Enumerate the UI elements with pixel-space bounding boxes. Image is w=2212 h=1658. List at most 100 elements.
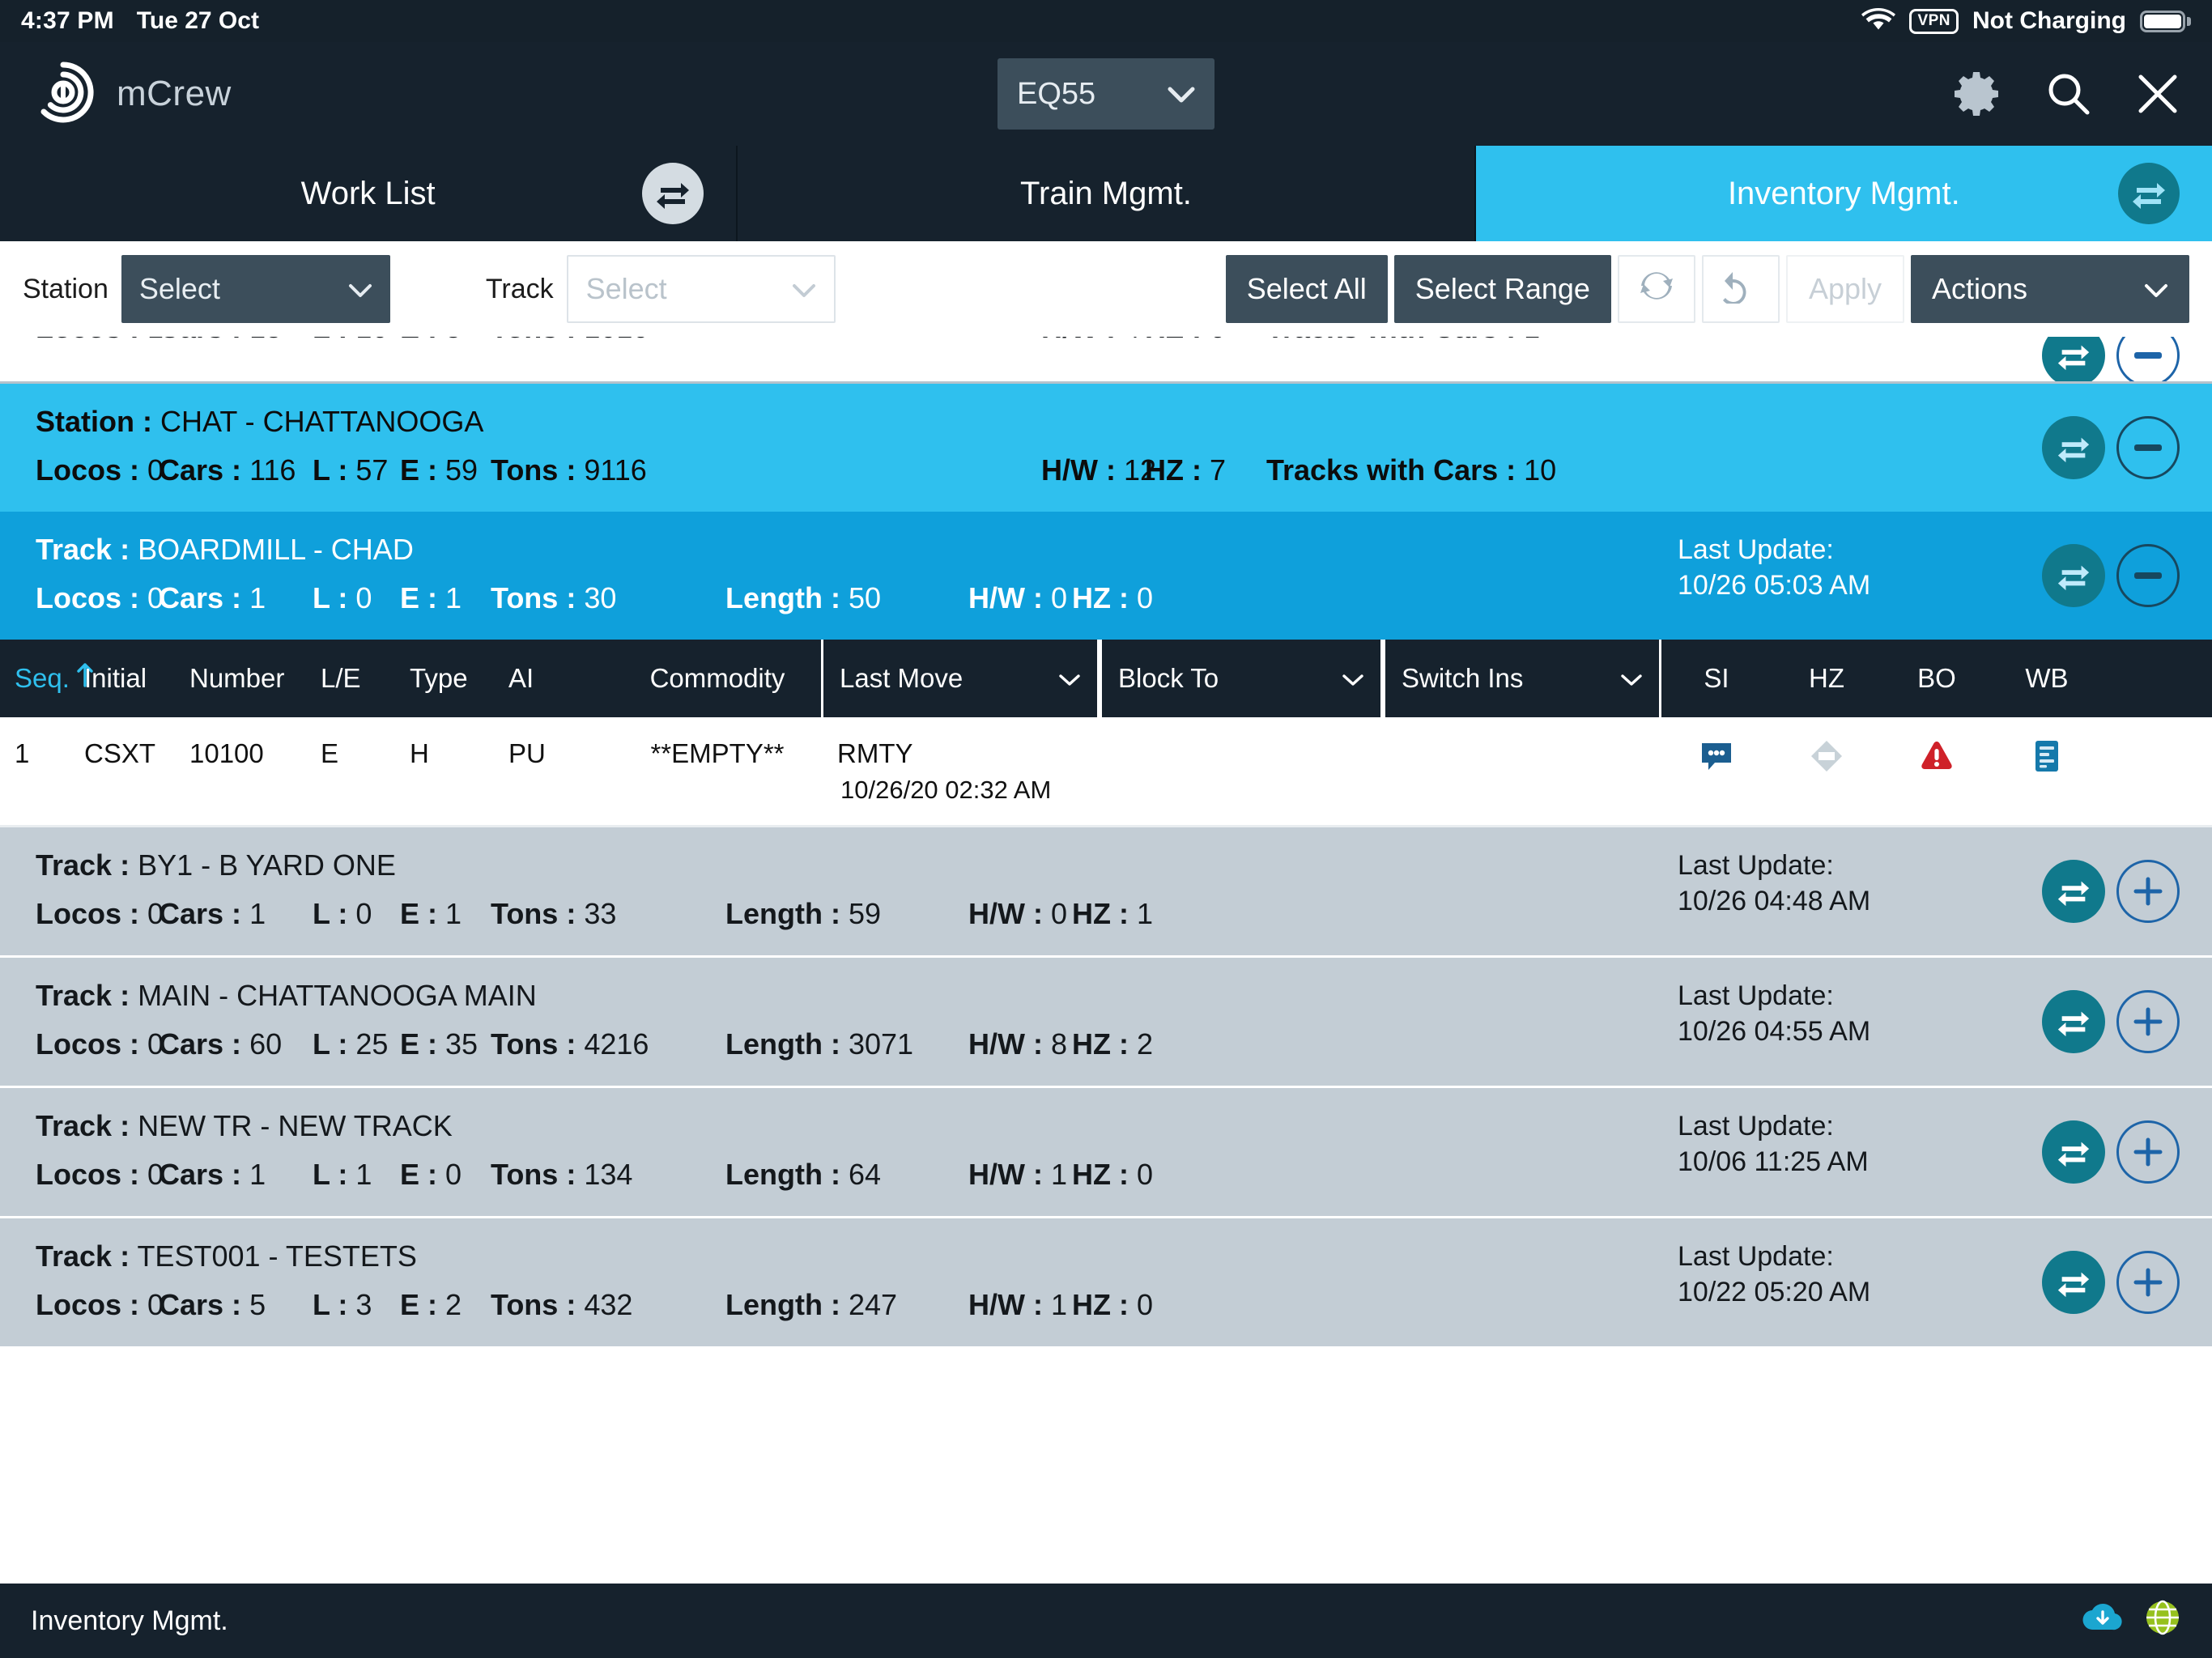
tab-inventory-mgmt[interactable]: Inventory Mgmt. [1475,146,2212,241]
track-last-update-label: Last Update: [1678,1111,1834,1141]
swap-icon[interactable] [2042,860,2105,923]
swap-icon[interactable] [2042,337,2105,381]
track-hz: HZ : 0 [1072,1288,1154,1321]
cell-ai: PU [508,738,546,768]
track-summary-row[interactable]: Track : TEST001 - TESTETS Locos : 0 Cars… [0,1218,2212,1349]
minus-icon[interactable] [2116,544,2180,607]
minus-icon[interactable] [2116,416,2180,479]
apply-button[interactable]: Apply [1785,255,1904,323]
app-header: mCrew EQ55 [0,42,2212,146]
cloud-sync-icon[interactable] [2081,1599,2125,1643]
track-locos: Locos : 0 [36,1158,164,1191]
partial-cars: Cars : 15 [159,337,313,345]
warning-triangle-icon[interactable] [1882,738,1992,774]
column-header-switch-ins[interactable]: Switch Ins [1383,640,1661,717]
chevron-down-icon [2144,272,2168,306]
gear-icon[interactable] [1955,69,2005,119]
column-header-si[interactable]: SI [1661,640,1772,717]
track-label: Track [485,273,554,304]
swap-icon[interactable] [2042,1251,2105,1314]
swap-icon[interactable] [2042,1120,2105,1184]
select-all-button[interactable]: Select All [1225,255,1388,323]
plus-icon[interactable] [2116,1251,2180,1314]
station-summary-row[interactable]: Station : CHAT - CHATTANOOGA Locos : 0 C… [0,384,2212,512]
track-last-update: Last Update: 10/22 05:20 AM [1678,1239,1945,1310]
track-cars: Cars : 1 [159,581,266,614]
plus-icon[interactable] [2116,990,2180,1053]
tab-work-list-label: Work List [300,175,436,211]
swap-icon[interactable] [2042,544,2105,607]
partial-tons: Tons : 1010 [491,337,725,345]
swap-icon[interactable] [642,163,704,224]
cell-type: H [410,738,429,768]
track-summary-row[interactable]: Track : BOARDMILL - CHAD Locos : 0 Cars … [0,512,2212,640]
partial-station-row[interactable]: Locos : 1 Cars : 15 L : 10 E : 5 Tons : … [0,337,2212,384]
column-header-type[interactable]: Type [410,640,508,717]
main-tabbar: Work List Train Mgmt. Inventory Mgmt. [0,146,2212,241]
track-cars: Cars : 5 [159,1288,266,1321]
column-header-last-move[interactable]: Last Move [821,640,1100,717]
partial-row-stats: Locos : 1 Cars : 15 L : 10 E : 5 Tons : … [0,337,2212,381]
tab-train-mgmt[interactable]: Train Mgmt. [738,146,1476,241]
column-header-initial[interactable]: Initial [84,640,189,717]
tab-work-list[interactable]: Work List [0,146,738,241]
cell-number: 10100 [189,738,264,768]
track-cars: Cars : 60 [159,1027,283,1061]
placard-diamond-icon[interactable] [1772,738,1882,774]
vpn-badge: VPN [1909,8,1959,34]
column-header-wb[interactable]: WB [1992,640,2102,717]
track-summary-row[interactable]: Track : NEW TR - NEW TRACK Locos : 0 Car… [0,1088,2212,1218]
select-range-button[interactable]: Select Range [1393,255,1611,323]
column-header-le[interactable]: L/E [321,640,410,717]
search-icon[interactable] [2044,69,2094,119]
station-select[interactable]: Select [121,255,390,323]
swap-icon[interactable] [2042,990,2105,1053]
chevron-down-icon [792,272,816,306]
brand: mCrew [31,60,232,129]
partial-tracks-with-cars: Tracks with Cars : 1 [1266,337,1540,345]
chevron-down-icon [348,272,372,306]
app-title: mCrew [117,74,232,113]
column-header-seq[interactable]: Seq. [0,640,93,717]
swap-icon[interactable] [2042,416,2105,479]
battery-status-text: Not Charging [1972,7,2126,34]
table-row[interactable]: 1 CSXT 10100 E H PU **EMPTY** RMTY 10/26… [0,717,2212,827]
column-header-ai[interactable]: AI [508,640,614,717]
track-summary-row[interactable]: Track : MAIN - CHATTANOOGA MAIN Locos : … [0,958,2212,1088]
station-tracks-with-cars: Tracks with Cars : 10 [1266,453,1557,487]
comment-icon[interactable] [1661,738,1772,774]
column-header-hz[interactable]: HZ [1772,640,1882,717]
track-hw: H/W : 0 [968,581,1068,614]
plus-icon[interactable] [2116,860,2180,923]
undo-button[interactable] [1701,255,1780,323]
station-stats: Locos : 0 Cars : 116 L : 57 E : 59 Tons … [36,453,2176,487]
track-e: E : 1 [400,581,462,614]
plus-icon[interactable] [2116,1120,2180,1184]
actions-dropdown[interactable]: Actions [1911,255,2189,323]
battery-icon [2140,10,2191,32]
track-tons: Tons : 134 [491,1158,633,1191]
track-hz: HZ : 1 [1072,897,1154,930]
track-tons: Tons : 432 [491,1288,633,1321]
refresh-button[interactable] [1617,255,1695,323]
cell-commodity: **EMPTY** [650,738,785,768]
track-tons: Tons : 4216 [491,1027,649,1061]
waybill-document-icon[interactable] [1992,738,2102,774]
column-header-commodity[interactable]: Commodity [614,640,821,717]
globe-icon[interactable] [2144,1599,2181,1643]
column-header-block-to[interactable]: Block To [1100,640,1383,717]
minus-icon[interactable] [2116,337,2180,381]
track-e: E : 35 [400,1027,479,1061]
column-header-bo[interactable]: BO [1882,640,1992,717]
close-icon[interactable] [2133,69,2183,119]
status-bar-left: 4:37 PM Tue 27 Oct [21,7,259,35]
column-header-number[interactable]: Number [189,640,321,717]
track-summary-row[interactable]: Track : BY1 - B YARD ONE Locos : 0 Cars … [0,827,2212,958]
app-root: 4:37 PM Tue 27 Oct VPN Not Charging mCre… [0,0,2212,1658]
station-select-value: Select [138,272,220,305]
inventory-list[interactable]: Locos : 1 Cars : 15 L : 10 E : 5 Tons : … [0,337,2212,1584]
unit-select-dropdown[interactable]: EQ55 [998,58,1214,130]
track-select[interactable]: Select [566,255,836,323]
swap-icon[interactable] [2117,163,2180,224]
partial-hw: H/W : 4 [1041,337,1145,345]
